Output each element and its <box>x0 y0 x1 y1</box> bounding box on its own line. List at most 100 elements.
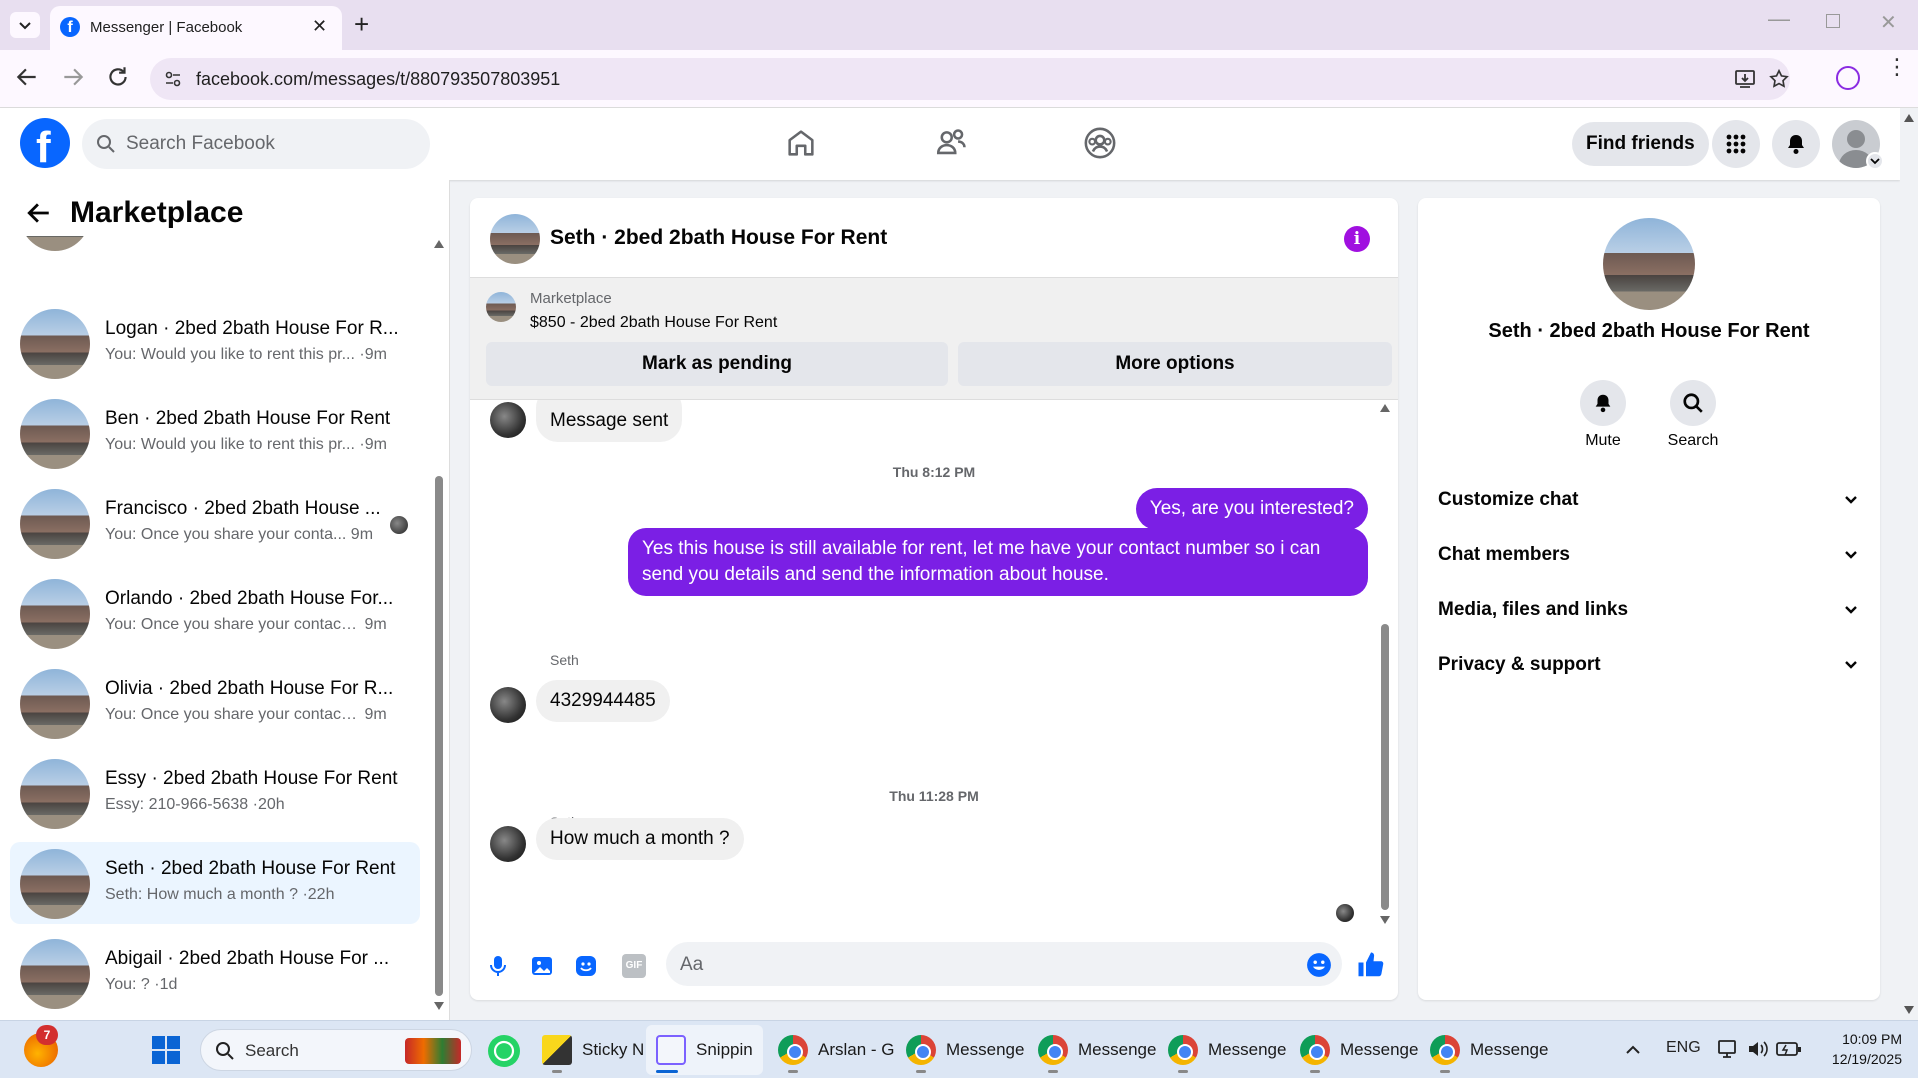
details-avatar[interactable] <box>1603 218 1695 310</box>
taskbar-app-button[interactable]: Sticky N <box>542 1025 644 1075</box>
conversation-item[interactable]: Olivia · 2bed 2bath House For R... You: O… <box>10 662 420 744</box>
forward-button[interactable] <box>60 64 86 90</box>
message-bubble-out[interactable]: Yes, are you interested? <box>1135 488 1368 530</box>
restore-button[interactable] <box>1826 14 1840 28</box>
close-tab-icon[interactable]: ✕ <box>312 16 327 37</box>
chevron-up-icon[interactable] <box>1624 1041 1642 1059</box>
search-facebook-input[interactable]: Search Facebook <box>82 119 430 169</box>
customize-chat-section[interactable]: Customize chat <box>1438 480 1858 520</box>
mute-button[interactable] <box>1580 380 1626 426</box>
privacy-support-section[interactable]: Privacy & support <box>1438 645 1858 685</box>
message-bubble-in[interactable]: 4329944485 <box>536 680 670 722</box>
more-options-button[interactable]: More options <box>958 342 1392 386</box>
taskbar-app-label: Sticky N <box>582 1040 645 1059</box>
conversation-item[interactable]: Orlando · 2bed 2bath House For... You: On… <box>10 572 420 654</box>
taskbar-app-button[interactable]: Messenge <box>1430 1025 1548 1075</box>
listing-thumbnail <box>486 292 516 322</box>
volume-icon[interactable] <box>1746 1037 1770 1061</box>
conversation-avatar <box>20 309 90 379</box>
menu-dots-icon[interactable]: ⋮ <box>1886 56 1908 78</box>
taskbar-app-button[interactable]: Messenge <box>906 1025 1024 1075</box>
groups-nav-button[interactable] <box>1083 126 1117 160</box>
conversation-time: ·1d <box>154 976 178 993</box>
conversation-item[interactable]: Seth · 2bed 2bath House For Rent Seth: Ho… <box>10 842 420 924</box>
seth-avatar[interactable] <box>490 826 526 862</box>
bookmark-star-icon[interactable] <box>1768 68 1790 90</box>
profile-icon[interactable] <box>1836 66 1860 90</box>
whatsapp-icon[interactable] <box>488 1035 520 1067</box>
close-window-button[interactable]: ✕ <box>1880 10 1897 35</box>
tab-messenger[interactable]: f Messenger | Facebook ✕ <box>50 6 342 50</box>
gif-icon[interactable]: GIF <box>622 954 646 978</box>
message-scrollbar[interactable] <box>1378 404 1392 924</box>
clock-time[interactable]: 10:09 PM <box>1818 1031 1902 1047</box>
message-bubble-in[interactable]: Message sent <box>536 400 683 442</box>
photo-icon[interactable] <box>530 954 554 978</box>
message-bubble-in[interactable]: How much a month ? <box>536 818 744 860</box>
back-button[interactable] <box>14 64 40 90</box>
start-button[interactable] <box>152 1036 180 1064</box>
sticker-icon[interactable] <box>574 954 598 978</box>
microphone-icon[interactable] <box>486 954 510 978</box>
search-in-chat-button[interactable] <box>1670 380 1716 426</box>
clock-date[interactable]: 12/19/2025 <box>1808 1051 1902 1067</box>
listing-title[interactable]: $850 - 2bed 2bath House For Rent <box>530 314 777 332</box>
conversation-preview-line: Essy: 210-966-5638 ·20h <box>105 796 405 814</box>
friends-nav-button[interactable] <box>934 126 968 160</box>
seth-avatar[interactable] <box>490 402 526 438</box>
facebook-header: f Search Facebook Find friends <box>0 108 1900 180</box>
page-scrollbar[interactable] <box>1900 108 1918 1020</box>
conversation-avatar <box>20 669 90 739</box>
language-indicator[interactable]: ENG <box>1666 1039 1701 1057</box>
seen-indicator-avatar <box>390 516 408 534</box>
site-settings-icon[interactable] <box>164 70 182 88</box>
info-icon[interactable]: i <box>1344 226 1370 252</box>
tab-title: Messenger | Facebook <box>90 19 243 36</box>
emoji-icon[interactable] <box>1306 952 1332 978</box>
taskbar-app-button[interactable]: Messenge <box>1300 1025 1418 1075</box>
find-friends-button[interactable]: Find friends <box>1572 122 1709 166</box>
media-files-links-section[interactable]: Media, files and links <box>1438 590 1858 630</box>
taskbar-app-button[interactable]: Messenge <box>1168 1025 1286 1075</box>
install-app-icon[interactable] <box>1734 68 1756 90</box>
battery-icon[interactable] <box>1776 1039 1802 1059</box>
conversation-item[interactable]: Abigail · 2bed 2bath House For ... You: ?… <box>10 932 420 1014</box>
chat-members-section[interactable]: Chat members <box>1438 535 1858 575</box>
account-chevron-icon[interactable] <box>1866 152 1884 170</box>
taskbar-app-button[interactable]: Messenge <box>1038 1025 1156 1075</box>
seth-avatar[interactable] <box>490 687 526 723</box>
taskbar-app-button[interactable]: Snippin <box>646 1025 763 1075</box>
taskbar-app-button[interactable]: Arslan - G <box>778 1025 895 1075</box>
list-scrollbar[interactable] <box>432 240 446 1010</box>
back-arrow-icon[interactable] <box>26 200 52 226</box>
message-bubble-out[interactable]: Yes this house is still available for re… <box>628 528 1368 596</box>
conversation-item[interactable]: Ben · 2bed 2bath House For Rent You: Woul… <box>10 392 420 474</box>
reload-button[interactable] <box>105 64 131 90</box>
menu-button[interactable] <box>1712 120 1760 168</box>
chrome-icon <box>1038 1035 1068 1065</box>
chat-title[interactable]: Seth · 2bed 2bath House For Rent <box>550 226 887 250</box>
conversation-item[interactable]: Logan · 2bed 2bath House For R... You: Wo… <box>10 302 420 384</box>
chevron-down-icon <box>1845 606 1857 614</box>
search-label: Search <box>1667 432 1719 449</box>
thumbs-up-icon[interactable] <box>1356 950 1386 980</box>
new-tab-button[interactable]: + <box>354 9 369 40</box>
taskbar-search-box[interactable]: Search <box>200 1029 472 1071</box>
minimize-button[interactable]: — <box>1768 6 1790 32</box>
conversation-item[interactable]: Francisco · 2bed 2bath House ... You: Onc… <box>10 482 420 564</box>
mark-as-pending-button[interactable]: Mark as pending <box>486 342 948 386</box>
grid-menu-icon <box>1726 134 1746 154</box>
conversation-time: 9m <box>364 616 387 633</box>
chat-avatar[interactable] <box>490 214 540 264</box>
address-bar[interactable]: facebook.com/messages/t/880793507803951 <box>150 58 1790 100</box>
message-input-placeholder: Aa <box>680 954 704 975</box>
message-input[interactable]: Aa <box>666 942 1342 986</box>
conversation-time: 9m <box>350 526 374 543</box>
facebook-logo[interactable]: f <box>20 118 70 172</box>
network-icon[interactable] <box>1716 1037 1740 1061</box>
tab-list-button[interactable] <box>10 12 40 38</box>
conversation-item[interactable]: Essy · 2bed 2bath House For Rent Essy: 21… <box>10 752 420 834</box>
reload-icon <box>109 67 127 86</box>
notifications-button[interactable] <box>1772 120 1820 168</box>
home-nav-button[interactable] <box>784 126 818 160</box>
